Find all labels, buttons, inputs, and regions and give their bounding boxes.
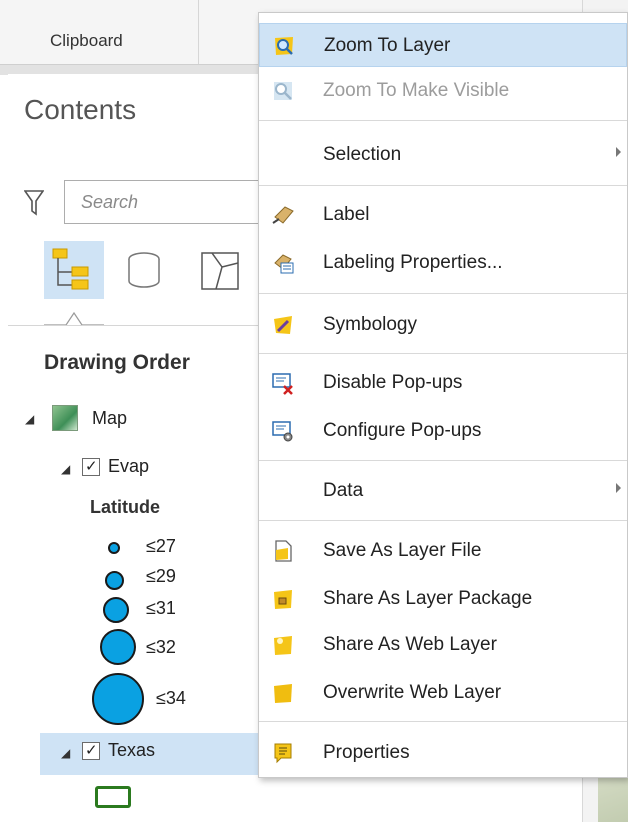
overwrite-web-layer-icon (274, 684, 292, 703)
menu-item-share-as-web-layer[interactable]: Share As Web Layer (259, 623, 627, 667)
menu-item-label: Symbology (323, 314, 417, 335)
filter-icon[interactable] (23, 190, 45, 216)
menu-item-label: Zoom To Make Visible (323, 80, 510, 101)
polygon-symbol[interactable] (95, 786, 131, 808)
legend-label: ≤34 (156, 688, 186, 708)
tab-divider (8, 325, 258, 326)
pane-title: Contents (24, 94, 137, 125)
menu-separator (259, 520, 627, 521)
menu-item-label: Configure Pop-ups (323, 420, 482, 441)
share-web-layer-icon (274, 636, 292, 655)
tab-drawing-order[interactable] (44, 241, 104, 299)
selection-list-icon (201, 252, 239, 290)
ribbon-group-label: Clipboard (50, 31, 123, 50)
menu-separator (259, 353, 627, 354)
menu-separator (259, 185, 627, 186)
database-icon (128, 252, 160, 288)
menu-item-label: Selection (323, 144, 402, 165)
view-heading: Drawing Order (44, 351, 190, 374)
search-input[interactable] (79, 191, 253, 214)
zoom-to-layer-icon (275, 37, 293, 55)
legend-symbol-circle[interactable] (108, 542, 120, 554)
tab-list-by-selection[interactable] (192, 241, 252, 299)
legend-symbol-circle[interactable] (105, 571, 124, 590)
visibility-checkbox-texas[interactable]: ✓ (82, 742, 100, 760)
menu-item-label: Labeling Properties... (323, 252, 503, 273)
submenu-arrow-icon (616, 147, 621, 157)
tab-list-by-source[interactable] (118, 241, 178, 299)
menu-item-save-as-layer-file[interactable]: Save As Layer File (259, 529, 627, 573)
menu-item-data[interactable]: Data (259, 469, 627, 513)
zoom-to-visible-icon (274, 82, 292, 100)
legend-symbol-circle[interactable] (103, 597, 129, 623)
symbology-icon (274, 316, 292, 334)
submenu-arrow-icon (616, 483, 621, 493)
map-icon (52, 405, 78, 431)
menu-item-label-features[interactable]: Label (259, 193, 627, 237)
menu-item-label: Share As Layer Package (323, 588, 533, 609)
save-layer-file-icon (275, 540, 292, 562)
menu-item-label: Disable Pop-ups (323, 372, 463, 393)
menu-item-share-as-layer-package[interactable]: Share As Layer Package (259, 577, 627, 621)
legend-label: ≤31 (146, 598, 176, 618)
menu-item-configure-popups[interactable]: Configure Pop-ups (259, 409, 627, 453)
menu-item-labeling-properties[interactable]: Labeling Properties... (259, 241, 627, 285)
menu-item-label: Zoom To Layer (324, 35, 451, 56)
label-icon (272, 206, 294, 224)
menu-item-label: Overwrite Web Layer (323, 682, 502, 703)
menu-item-label: Properties (323, 742, 410, 763)
labeling-properties-icon (274, 254, 294, 274)
menu-item-disable-popups[interactable]: Disable Pop-ups (259, 361, 627, 405)
legend-heading: Latitude (90, 497, 160, 517)
menu-item-overwrite-web-layer[interactable]: Overwrite Web Layer (259, 671, 627, 715)
tree-item-evap[interactable]: Evap (108, 456, 149, 477)
legend-symbol-circle[interactable] (92, 673, 144, 725)
legend-label: ≤27 (146, 536, 176, 556)
menu-item-symbology[interactable]: Symbology (259, 303, 627, 347)
expand-toggle-map[interactable]: ◢ (25, 412, 34, 426)
menu-item-properties[interactable]: Properties (259, 731, 627, 775)
menu-item-selection[interactable]: Selection (259, 133, 627, 177)
menu-item-label: Label (323, 204, 370, 225)
tree-item-texas[interactable]: Texas (108, 740, 155, 761)
layer-context-menu: Zoom To Layer Zoom To Make Visible Selec… (258, 12, 628, 778)
menu-item-label: Share As Web Layer (323, 634, 497, 655)
menu-separator (259, 460, 627, 461)
menu-item-zoom-to-layer[interactable]: Zoom To Layer (259, 23, 627, 67)
legend-label: ≤29 (146, 566, 176, 586)
expand-toggle-evap[interactable]: ◢ (61, 462, 70, 476)
active-tab-indicator (44, 300, 104, 328)
menu-separator (259, 721, 627, 722)
properties-icon (274, 743, 292, 764)
menu-separator (259, 293, 627, 294)
drawing-order-icon (52, 248, 89, 290)
disable-popups-icon (272, 373, 293, 395)
menu-item-label: Data (323, 480, 364, 501)
search-box[interactable] (64, 180, 258, 224)
share-layer-package-icon (274, 590, 292, 609)
legend-symbol-circle[interactable] (100, 629, 136, 665)
menu-separator (259, 120, 627, 121)
visibility-checkbox-evap[interactable]: ✓ (82, 458, 100, 476)
menu-item-zoom-to-make-visible[interactable]: Zoom To Make Visible (259, 69, 627, 113)
expand-toggle-texas[interactable]: ◢ (61, 746, 70, 760)
tree-item-map[interactable]: Map (92, 408, 127, 429)
menu-item-label: Save As Layer File (323, 540, 482, 561)
legend-label: ≤32 (146, 637, 176, 657)
configure-popups-icon (272, 421, 293, 442)
